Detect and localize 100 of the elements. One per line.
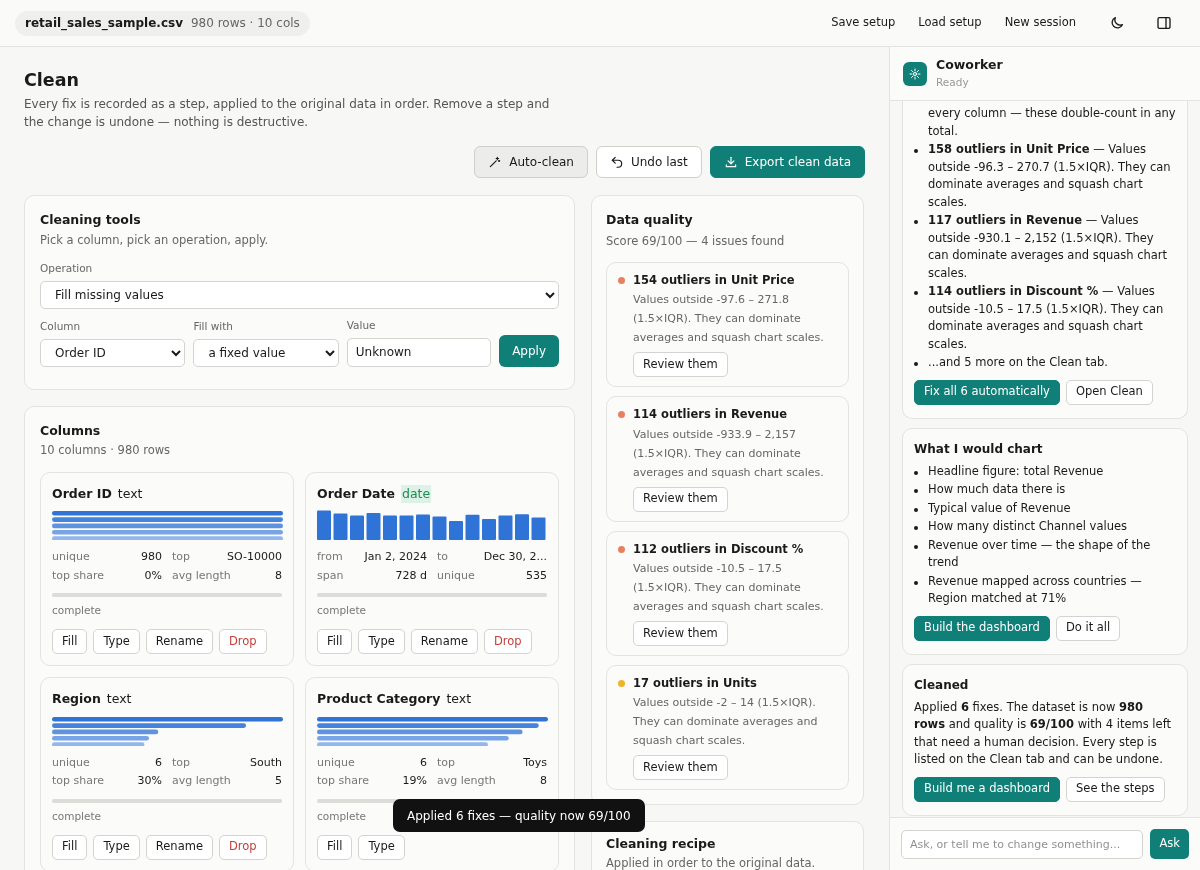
stat-value: 6	[155, 754, 162, 771]
stat-value: 0%	[144, 567, 162, 584]
send-button[interactable]: Ask	[1150, 829, 1189, 859]
bullet-icon	[914, 291, 918, 295]
stat-label: top share	[317, 773, 369, 790]
list-item: How much data there is	[928, 481, 1066, 498]
issue-detail: Values outside -2 – 14 (1.5×IQR). They can dominate averages and squash chart scales.	[633, 695, 819, 749]
message-title: What I would chart	[914, 440, 1044, 458]
column-action-button[interactable]: Type	[358, 629, 405, 654]
list-item: Revenue over time — the shape of the trend	[928, 536, 1152, 571]
list-item: Revenue mapped across countries — Region matched at 71%	[928, 572, 1143, 607]
column-action-button[interactable]: Type	[93, 834, 140, 860]
column-select[interactable]: Order ID	[40, 338, 186, 367]
column-action-button[interactable]: Rename	[145, 834, 213, 860]
card-title: Data quality	[606, 211, 694, 229]
stat-label: unique	[317, 754, 355, 771]
column-action-button[interactable]: Drop	[483, 629, 532, 654]
stat-label: avg length	[172, 773, 231, 790]
bullet-icon	[914, 526, 918, 530]
bullet-icon	[914, 580, 918, 585]
issue-title: 114 outliers in Revenue	[633, 406, 789, 424]
bullet-icon	[914, 507, 918, 512]
value-field[interactable]: Unknown	[346, 337, 492, 367]
stat-label: to	[437, 549, 449, 566]
assistant-status: Ready	[936, 75, 970, 90]
card-subtitle: 10 columns · 980 rows	[40, 442, 172, 460]
stat-label: span	[317, 567, 344, 584]
stat-label: top share	[52, 567, 104, 584]
column-action-button[interactable]: Fill	[317, 834, 353, 860]
column-action-button[interactable]: Drop	[218, 629, 267, 654]
toolbar-button[interactable]: New session	[998, 10, 1082, 36]
toolbar-button[interactable]: Load setup	[912, 10, 988, 36]
column-action-button[interactable]: Fill	[317, 629, 353, 654]
message-action-button[interactable]: Do it all	[1055, 615, 1121, 641]
stat-label: top share	[52, 773, 104, 790]
message-action-button[interactable]: Open Clean	[1065, 379, 1153, 405]
issue-title: 112 outliers in Discount %	[633, 540, 805, 558]
review-button[interactable]: Review them	[633, 620, 728, 646]
moon-icon	[1109, 15, 1125, 31]
column-name: Order ID	[52, 484, 112, 503]
action-button[interactable]: Export clean data	[709, 146, 865, 178]
column-action-button[interactable]: Type	[358, 834, 405, 860]
action-button[interactable]: Auto-clean	[474, 146, 588, 178]
field-label: Fill with	[193, 318, 235, 334]
completeness-label: complete	[52, 603, 102, 619]
page-description: Every fix is recorded as a step, applied to the original data in order. Remove a step and the change is undone — nothing is destructive.	[24, 96, 551, 131]
review-button[interactable]: Review them	[633, 352, 728, 378]
card-subtitle: Score 69/100 — 4 issues found	[606, 232, 786, 250]
issue-title: 17 outliers in Units	[633, 674, 758, 692]
stat-value: Toys	[523, 754, 547, 771]
card-subtitle: Applied in order to the original data.	[606, 854, 817, 870]
stat-label: top	[172, 754, 191, 771]
card-subtitle: Pick a column, pick an operation, apply.	[40, 231, 270, 249]
column-action-button[interactable]: Rename	[410, 629, 478, 654]
stat-value: 6	[420, 754, 427, 771]
file-meta: 980 rows · 10 cols	[191, 15, 300, 32]
issue-detail: Values outside -10.5 – 17.5 (1.5×IQR). They can dominate averages and squash chart scales.	[633, 560, 825, 615]
column-type: text	[106, 690, 132, 708]
sidebar-icon	[1156, 15, 1172, 31]
bullet-icon	[914, 544, 918, 549]
message-action-button[interactable]: Build me a dashboard	[914, 776, 1060, 802]
message-action-button[interactable]: Build the dashboard	[914, 615, 1050, 641]
bullet-icon	[914, 470, 918, 475]
completeness-label: complete	[317, 603, 367, 619]
review-button[interactable]: Review them	[633, 486, 728, 512]
review-button[interactable]: Review them	[633, 755, 728, 780]
column-action-button[interactable]: Fill	[52, 834, 88, 860]
toolbar-button[interactable]: Save setup	[825, 10, 902, 36]
stat-label: top	[437, 754, 456, 771]
undo-icon	[609, 155, 624, 169]
message-action-button[interactable]: Fix all 6 automatically	[914, 379, 1060, 405]
operation-select[interactable]: Fill missing values	[40, 280, 559, 309]
column-action-button[interactable]: Drop	[218, 834, 267, 860]
stat-value: Dec 30, 2...	[483, 549, 547, 566]
apply-button[interactable]: Apply	[499, 334, 559, 367]
completeness-label: complete	[52, 808, 102, 824]
download-icon	[723, 155, 738, 169]
toast: Applied 6 fixes — quality now 69/100	[393, 799, 645, 832]
bullet-icon	[914, 362, 918, 366]
list-item: 114 outliers in Discount % — Values outside -10.5 – 17.5 (1.5×IQR). They can dominate averages and squash chart scales.	[928, 283, 1165, 353]
stat-value: 535	[526, 567, 547, 584]
chat-input[interactable]: Ask, or tell me to change something...	[901, 829, 1144, 859]
column-name: Order Date	[317, 484, 395, 503]
completeness-label: complete	[317, 808, 367, 824]
action-button[interactable]: Undo last	[595, 146, 702, 178]
stat-label: unique	[52, 549, 90, 566]
stat-value: 8	[540, 773, 547, 790]
list-item: Headline figure: total Revenue	[928, 462, 1104, 480]
column-action-button[interactable]: Rename	[145, 629, 213, 654]
stat-label: top	[172, 549, 191, 566]
column-type: date	[401, 484, 432, 504]
message-title: Cleaned	[914, 676, 970, 694]
message-action-button[interactable]: See the steps	[1066, 776, 1165, 802]
fill-with-select[interactable]: a fixed value	[193, 338, 339, 367]
field-label: Operation	[40, 261, 94, 276]
list-item: 158 outliers in Unit Price — Values outside -96.3 – 270.7 (1.5×IQR). They can dominate averages and squash chart scales.	[928, 141, 1172, 211]
stat-label: from	[317, 549, 343, 566]
column-action-button[interactable]: Fill	[52, 629, 88, 654]
stat-value: 30%	[137, 773, 162, 790]
column-action-button[interactable]: Type	[93, 629, 140, 654]
